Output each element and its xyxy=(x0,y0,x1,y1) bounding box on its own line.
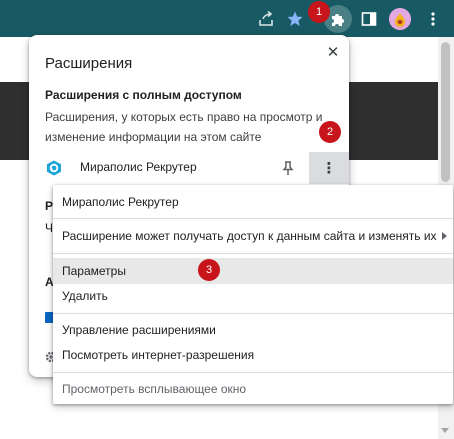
menu-item-remove[interactable]: Удалить xyxy=(53,283,453,309)
submenu-arrow-icon xyxy=(442,232,447,240)
full-access-section-title: Расширения с полным доступом xyxy=(45,88,242,102)
page-scrollbar-thumb[interactable] xyxy=(441,42,450,182)
menu-item-site-access[interactable]: Расширение может получать доступ к данны… xyxy=(53,223,453,249)
panel-title: Расширения xyxy=(45,55,133,72)
menu-item-options[interactable]: Параметры xyxy=(53,258,453,284)
close-icon[interactable]: ✕ xyxy=(324,43,342,61)
extension-context-menu: Мираполис Рекрутер Расширение может полу… xyxy=(53,185,453,404)
partial-section-letter: Р xyxy=(45,199,54,213)
extension-row[interactable]: Мираполис Рекрутер ⋮ xyxy=(29,152,349,184)
menu-item-view-permissions[interactable]: Посмотреть интернет-разрешения xyxy=(53,342,453,368)
scroll-down-arrow-icon[interactable] xyxy=(441,428,449,433)
bookmark-star-icon[interactable] xyxy=(284,8,306,30)
profile-avatar[interactable] xyxy=(389,8,411,30)
menu-separator xyxy=(53,253,453,254)
menu-separator xyxy=(53,372,453,373)
menu-separator xyxy=(53,218,453,219)
browser-toolbar xyxy=(0,0,454,37)
side-panel-icon[interactable] xyxy=(358,8,380,30)
step-badge-1: 1 xyxy=(308,1,330,23)
menu-item-extension-name[interactable]: Мираполис Рекрутер xyxy=(53,189,453,215)
menu-separator xyxy=(53,313,453,314)
extension-name[interactable]: Мираполис Рекрутер xyxy=(80,160,197,174)
menu-item-manage-extensions[interactable]: Управление расширениями xyxy=(53,317,453,343)
step-badge-2: 2 xyxy=(319,121,341,143)
pin-icon[interactable] xyxy=(281,160,295,176)
full-access-section-description: Расширения, у которых есть право на прос… xyxy=(45,110,323,144)
menu-item-view-popup[interactable]: Просмотреть всплывающее окно xyxy=(53,376,453,402)
share-icon[interactable] xyxy=(255,8,277,30)
step-badge-3: 3 xyxy=(198,259,220,281)
menu-item-site-access-label: Расширение может получать доступ к данны… xyxy=(62,229,437,243)
extension-more-button[interactable]: ⋮ xyxy=(309,152,349,184)
mirapolis-logo-icon xyxy=(46,160,62,176)
more-vert-icon: ⋮ xyxy=(321,160,337,177)
kebab-menu-icon[interactable] xyxy=(422,8,444,30)
partial-text-letter: Ч xyxy=(45,221,53,235)
